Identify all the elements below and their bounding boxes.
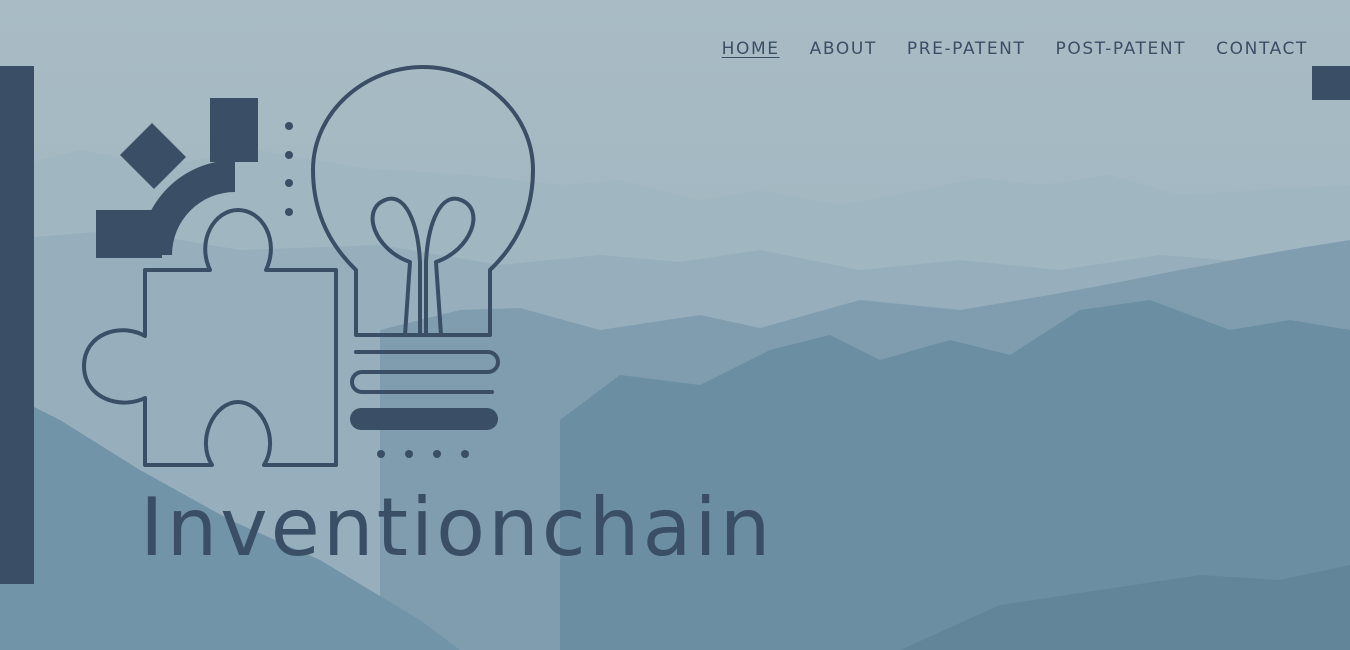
logo-graphic [82,65,535,467]
menu-toggle-button[interactable] [1312,66,1350,100]
dots-vertical [285,122,293,216]
nav-contact[interactable]: CONTACT [1216,37,1308,61]
brand-name: Inventionchain [140,481,774,574]
lightbulb-icon [311,65,535,394]
nav-home[interactable]: HOME [722,37,780,61]
main-navigation: HOME ABOUT PRE-PATENT POST-PATENT CONTAC… [692,37,1308,61]
nav-pre-patent[interactable]: PRE-PATENT [907,37,1026,61]
gear-icon [96,98,258,258]
nav-post-patent[interactable]: POST-PATENT [1055,37,1186,61]
left-accent-bar [0,66,34,584]
lightbulb-base [350,408,498,430]
nav-about[interactable]: ABOUT [810,37,877,61]
dots-horizontal [377,450,469,458]
